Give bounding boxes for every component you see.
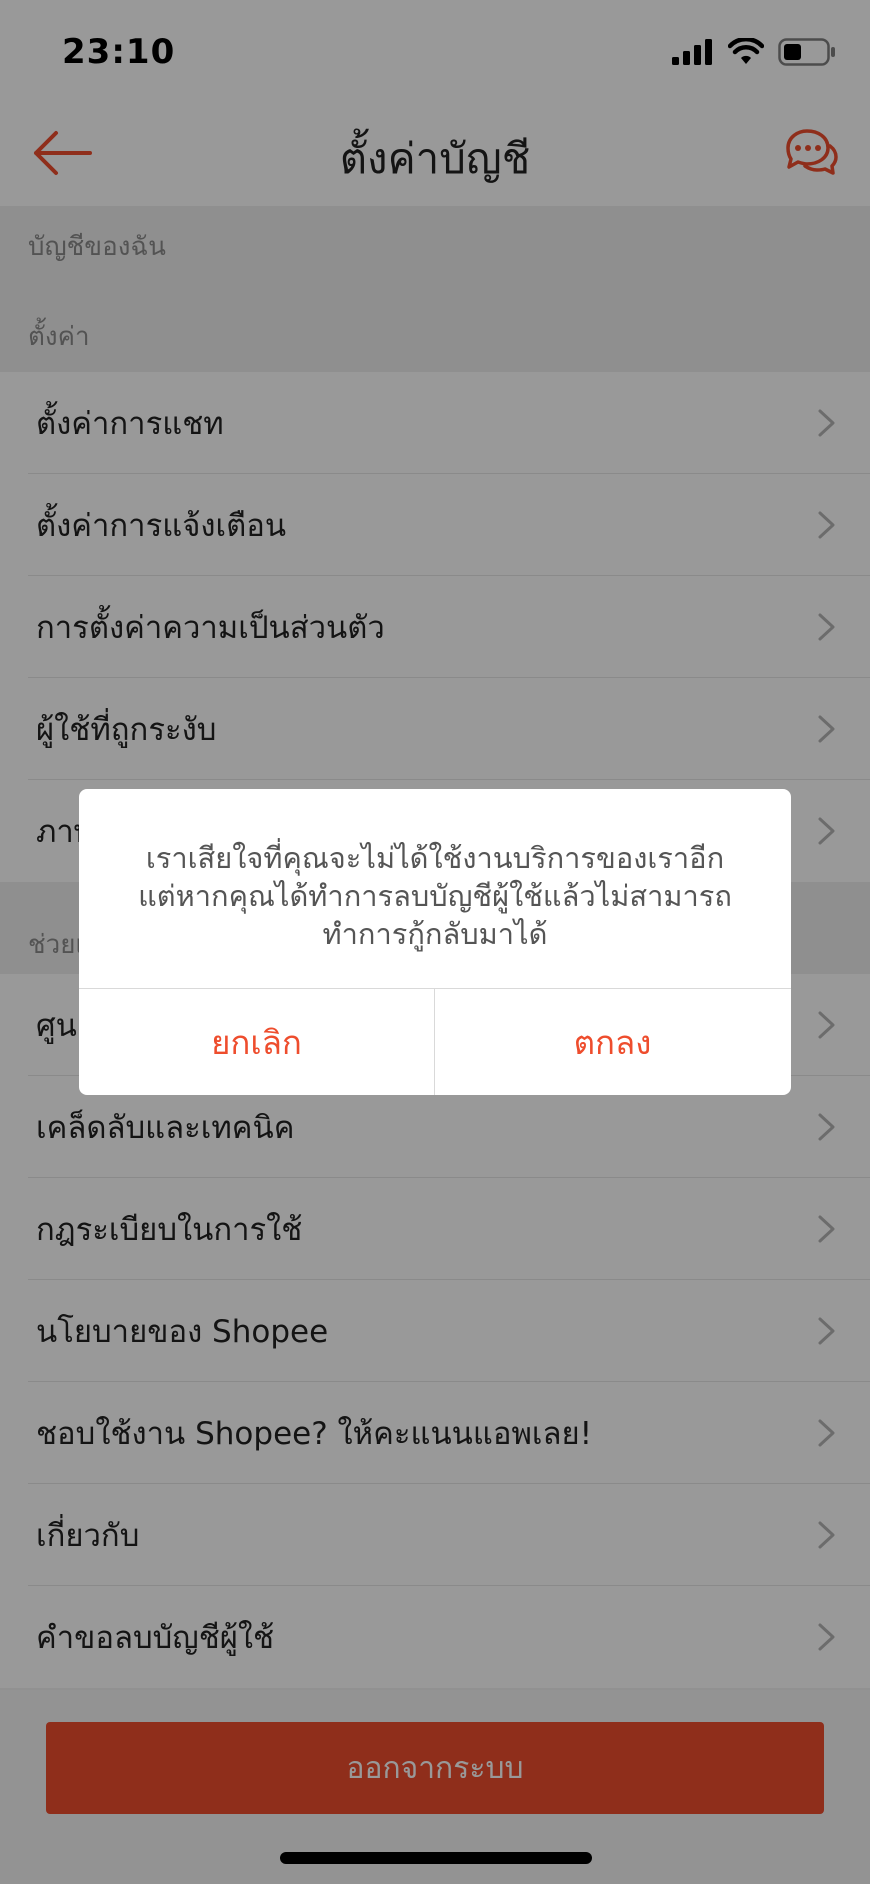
dialog-message: เราเสียใจที่คุณจะไม่ได้ใช้งานบริการของเร… [109, 839, 761, 953]
confirm-button[interactable]: ตกลง [435, 989, 790, 1095]
dialog-message-line: แต่หากคุณได้ทำการลบบัญชีผู้ใช้แล้วไม่สาม… [138, 879, 732, 913]
dialog-message-line: เราเสียใจที่คุณจะไม่ได้ใช้งานบริการของเร… [145, 841, 725, 875]
cancel-button[interactable]: ยกเลิก [79, 989, 434, 1095]
delete-account-dialog: เราเสียใจที่คุณจะไม่ได้ใช้งานบริการของเร… [79, 789, 791, 1095]
dialog-message-line: ทำการกู้กลับมาได้ [322, 917, 548, 951]
